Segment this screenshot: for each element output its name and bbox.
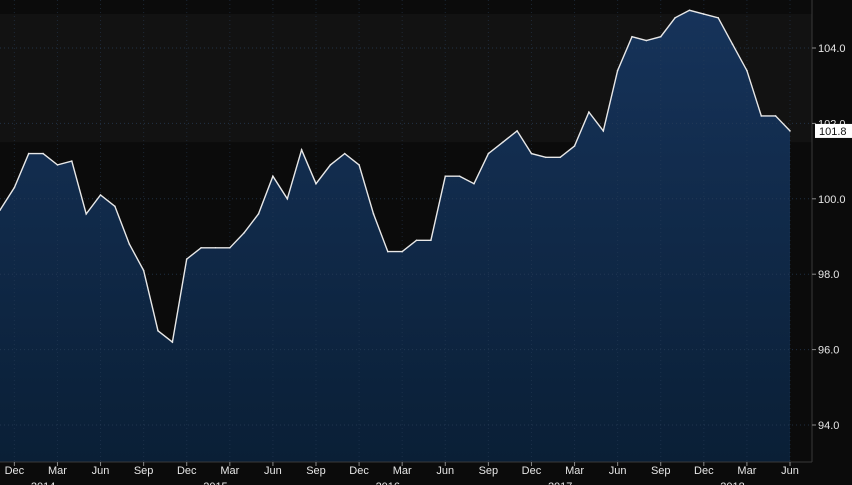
x-tick-label: Sep xyxy=(134,465,154,477)
x-year-label: 2017 xyxy=(548,481,572,485)
x-year-label: 2016 xyxy=(376,481,400,485)
x-tick-label: Mar xyxy=(220,465,239,477)
x-tick-label: Jun xyxy=(92,465,110,477)
data-point xyxy=(27,152,30,155)
data-point xyxy=(286,198,289,200)
x-tick-label: Mar xyxy=(393,465,412,477)
data-point xyxy=(774,115,777,117)
x-year-label: 2018 xyxy=(720,481,744,485)
data-point xyxy=(616,69,619,72)
data-point xyxy=(659,35,662,38)
data-point xyxy=(42,152,44,155)
x-tick-label: Dec xyxy=(522,465,542,477)
data-point xyxy=(99,194,102,196)
data-point xyxy=(85,213,87,215)
data-point xyxy=(142,269,145,272)
data-point xyxy=(243,231,245,234)
data-point xyxy=(185,258,188,260)
x-tick-label: Jun xyxy=(781,465,799,477)
chart-container: 94.096.098.0100.0102.0104.0 DecMarJunSep… xyxy=(0,0,852,485)
data-point xyxy=(631,35,633,38)
data-point xyxy=(300,149,303,151)
data-point xyxy=(315,182,317,185)
data-point xyxy=(473,182,475,185)
data-point xyxy=(157,330,159,332)
area-chart: 94.096.098.0100.0102.0104.0 DecMarJunSep… xyxy=(0,0,852,485)
data-point xyxy=(171,341,174,343)
x-tick-label: Dec xyxy=(177,465,197,477)
data-point xyxy=(56,164,59,166)
data-point xyxy=(674,17,676,19)
last-value-marker: 101.8 xyxy=(815,123,852,138)
y-tick-label: 96.0 xyxy=(818,345,839,357)
data-point xyxy=(703,13,705,15)
data-point xyxy=(559,156,561,159)
x-tick-label: Dec xyxy=(694,465,714,477)
x-tick-label: Mar xyxy=(737,465,756,477)
x-tick-label: Sep xyxy=(651,465,671,477)
data-point xyxy=(114,205,116,208)
x-tick-label: Mar xyxy=(48,465,67,477)
data-point xyxy=(789,130,791,132)
data-point xyxy=(760,115,763,117)
data-point xyxy=(516,130,518,132)
x-tick-label: Jun xyxy=(609,465,627,477)
data-point xyxy=(415,239,418,242)
data-point xyxy=(387,250,389,253)
data-point xyxy=(545,156,547,159)
x-year-label: 2014 xyxy=(31,481,55,485)
data-point xyxy=(13,186,16,189)
y-tick-label: 104.0 xyxy=(818,43,846,55)
x-tick-label: Sep xyxy=(306,465,326,477)
x-tick-label: Dec xyxy=(349,465,369,477)
x-year-label: 2015 xyxy=(203,481,227,485)
data-point xyxy=(214,247,217,249)
y-tick-label: 98.0 xyxy=(818,269,839,281)
data-point xyxy=(717,17,719,19)
x-tick-label: Jun xyxy=(436,465,454,477)
data-point xyxy=(458,175,461,177)
data-point xyxy=(588,111,590,113)
data-point xyxy=(444,175,447,177)
data-point xyxy=(602,130,605,132)
data-point xyxy=(731,43,734,45)
data-point xyxy=(530,152,533,155)
data-point xyxy=(401,250,404,253)
data-point xyxy=(257,213,260,215)
data-point xyxy=(229,247,231,249)
data-point xyxy=(71,160,73,162)
data-point xyxy=(372,213,375,215)
x-tick-label: Jun xyxy=(264,465,282,477)
data-point xyxy=(200,247,202,249)
data-point xyxy=(573,145,576,147)
data-point xyxy=(272,175,274,177)
data-point xyxy=(128,243,131,245)
data-point xyxy=(343,152,346,155)
data-point xyxy=(487,152,490,155)
data-point xyxy=(746,69,748,72)
data-point xyxy=(688,9,691,12)
data-point xyxy=(430,239,432,242)
data-point xyxy=(329,164,332,166)
last-value-label: 101.8 xyxy=(819,126,847,138)
x-tick-label: Sep xyxy=(479,465,499,477)
x-tick-label: Mar xyxy=(565,465,584,477)
y-tick-label: 100.0 xyxy=(818,194,846,206)
x-tick-label: Dec xyxy=(5,465,25,477)
data-point xyxy=(501,141,504,144)
data-point xyxy=(358,164,360,166)
data-point xyxy=(645,39,648,42)
y-tick-label: 94.0 xyxy=(818,420,839,432)
